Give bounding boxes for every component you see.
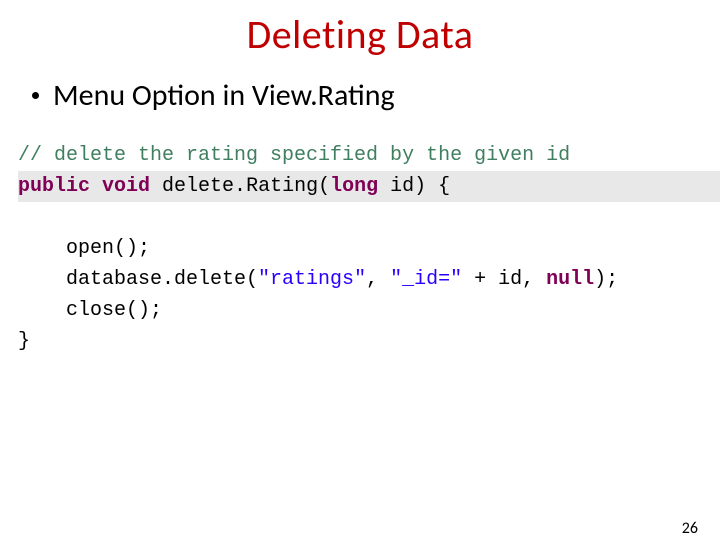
- bullet-row: Menu Option in View.Rating: [0, 77, 720, 114]
- db-post: + id,: [462, 268, 546, 291]
- str-idclause: "_id=": [390, 268, 462, 291]
- page-number: 26: [682, 519, 698, 538]
- kw-null: null: [546, 268, 594, 291]
- str-ratings: "ratings": [258, 268, 366, 291]
- brace-close: }: [18, 330, 30, 353]
- slide-title: Deleting Data: [0, 10, 720, 59]
- kw-long: long: [330, 175, 378, 198]
- params-close: id) {: [378, 175, 450, 198]
- code-line-open: open();: [18, 237, 150, 260]
- slide: Deleting Data Menu Option in View.Rating…: [0, 10, 720, 550]
- code-signature-line: public void delete.Rating(long id) {: [18, 171, 720, 202]
- code-block: // delete the rating specified by the gi…: [0, 140, 720, 357]
- kw-void: void: [102, 175, 150, 198]
- code-line-close: close();: [18, 299, 162, 322]
- db-close: );: [594, 268, 618, 291]
- code-comment: // delete the rating specified by the gi…: [18, 144, 570, 167]
- bullet-icon: [32, 92, 39, 99]
- code-line-db-pre: database.delete(: [18, 268, 258, 291]
- comma1: ,: [366, 268, 390, 291]
- method-name: delete.Rating(: [150, 175, 330, 198]
- kw-public: public: [18, 175, 90, 198]
- bullet-text: Menu Option in View.Rating: [53, 77, 395, 114]
